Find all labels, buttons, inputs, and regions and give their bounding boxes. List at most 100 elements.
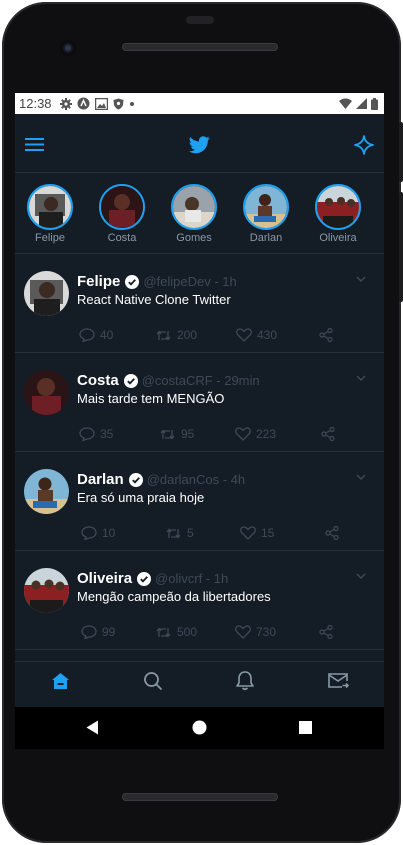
story-name: Oliveira [319, 232, 357, 244]
tweet-actions: 99 500 730 [79, 625, 349, 641]
like-button[interactable]: 730 [235, 625, 276, 639]
bottom-speaker [122, 793, 278, 801]
tweet-header: Oliveira @olivcrf - 1h [77, 570, 228, 587]
verified-badge-icon [125, 274, 140, 289]
heart-icon [240, 526, 256, 540]
gallery-notification-icon [94, 97, 108, 110]
retweet-count: 500 [177, 625, 198, 639]
story-avatar [27, 184, 73, 230]
verified-badge-icon [123, 373, 138, 388]
proximity-sensor [186, 16, 214, 24]
retweet-count: 5 [187, 526, 194, 540]
signal-icon [356, 98, 367, 109]
power-button [399, 192, 403, 302]
share-icon [321, 427, 335, 441]
tweet-meta: @olivcrf - 1h [155, 571, 229, 586]
tweet-avatar[interactable] [24, 271, 69, 316]
comment-count: 35 [100, 427, 114, 441]
reply-button[interactable]: 99 [81, 625, 115, 639]
share-icon [319, 625, 333, 639]
reply-button[interactable]: 10 [81, 526, 115, 540]
like-button[interactable]: 15 [240, 526, 274, 540]
share-button[interactable] [321, 427, 335, 441]
chevron-down-icon[interactable] [356, 375, 366, 381]
chevron-down-icon[interactable] [356, 573, 366, 579]
heart-icon [236, 328, 252, 342]
bell-icon[interactable] [235, 670, 255, 691]
retweet-button[interactable]: 200 [155, 328, 197, 342]
story-name: Felipe [35, 232, 65, 244]
tweet-text: Era só uma praia hoje [77, 490, 205, 505]
retweet-icon [160, 428, 175, 440]
recents-icon[interactable] [299, 721, 312, 734]
hamburger-menu-icon[interactable] [25, 137, 44, 152]
story-item[interactable]: Gomes [166, 184, 222, 244]
retweet-icon [156, 626, 171, 638]
like-button[interactable]: 223 [235, 427, 276, 441]
sparkle-icon[interactable] [354, 135, 374, 155]
chevron-down-icon[interactable] [356, 474, 366, 480]
share-button[interactable] [319, 625, 333, 639]
verified-badge-icon [128, 472, 143, 487]
tweet-header: Darlan @darlanCos - 4h [77, 471, 245, 488]
tweet-item[interactable]: Oliveira @olivcrf - 1h Mengão campeão da… [15, 551, 384, 650]
app-notification-icon [77, 97, 90, 110]
status-time: 12:38 [19, 96, 52, 111]
story-item[interactable]: Darlan [238, 184, 294, 244]
battery-icon [371, 97, 378, 110]
tweet-author[interactable]: Felipe [77, 273, 120, 290]
back-icon[interactable] [86, 720, 99, 735]
more-notifications-dot [129, 101, 134, 106]
shield-notification-icon [113, 98, 124, 109]
tweet-author[interactable]: Darlan [77, 471, 124, 488]
story-item[interactable]: Costa [94, 184, 150, 244]
story-item[interactable]: Felipe [22, 184, 78, 244]
share-icon [325, 526, 339, 540]
retweet-button[interactable]: 5 [165, 526, 194, 540]
comment-icon [81, 625, 97, 639]
tweet-author[interactable]: Costa [77, 372, 119, 389]
tweet-meta: @felipeDev - 1h [143, 274, 237, 289]
retweet-button[interactable]: 95 [159, 427, 194, 441]
heart-icon [235, 625, 251, 639]
tweet-item[interactable]: Felipe @felipeDev - 1h React Native Clon… [15, 254, 384, 353]
tweet-item[interactable]: Darlan @darlanCos - 4h Era só uma praia … [15, 452, 384, 551]
share-icon [319, 328, 333, 342]
tweet-text: Mais tarde tem MENGÃO [77, 391, 225, 406]
home-circle-icon[interactable] [192, 720, 207, 735]
story-name: Costa [107, 232, 137, 244]
tweet-avatar[interactable] [24, 568, 69, 613]
story-name: Darlan [249, 232, 283, 244]
tweet-avatar[interactable] [24, 370, 69, 415]
retweet-button[interactable]: 500 [155, 625, 197, 639]
search-icon[interactable] [143, 671, 163, 691]
tweet-item[interactable]: Costa @costaCRF - 29min Mais tarde tem M… [15, 353, 384, 452]
volume-button [399, 122, 403, 182]
share-button[interactable] [325, 526, 339, 540]
app-header [15, 114, 384, 173]
tweet-avatar[interactable] [24, 469, 69, 514]
verified-badge-icon [137, 571, 152, 586]
tweet-meta: @darlanCos - 4h [146, 472, 246, 487]
tweet-meta: @costaCRF - 29min [141, 373, 260, 388]
like-count: 430 [257, 328, 278, 342]
tweet-author[interactable]: Oliveira [77, 570, 132, 587]
retweet-count: 200 [177, 328, 198, 342]
system-nav-bar [15, 707, 384, 749]
status-bar: 12:38 [15, 93, 384, 114]
front-camera [60, 40, 76, 56]
share-button[interactable] [319, 328, 333, 342]
stories-row: Felipe Costa Gomes Darlan Oliveira [15, 173, 384, 254]
like-button[interactable]: 430 [236, 328, 277, 342]
home-icon[interactable] [51, 672, 70, 690]
story-item[interactable]: Oliveira [310, 184, 366, 244]
tweet-header: Costa @costaCRF - 29min [77, 372, 260, 389]
tweet-text: Mengão campeão da libertadores [77, 589, 271, 604]
twitter-bird-icon [189, 136, 210, 154]
chevron-down-icon[interactable] [356, 276, 366, 282]
mail-icon[interactable] [327, 672, 349, 690]
reply-button[interactable]: 35 [79, 427, 113, 441]
wifi-icon [339, 98, 352, 109]
like-count: 730 [256, 625, 277, 639]
reply-button[interactable]: 40 [79, 328, 113, 342]
